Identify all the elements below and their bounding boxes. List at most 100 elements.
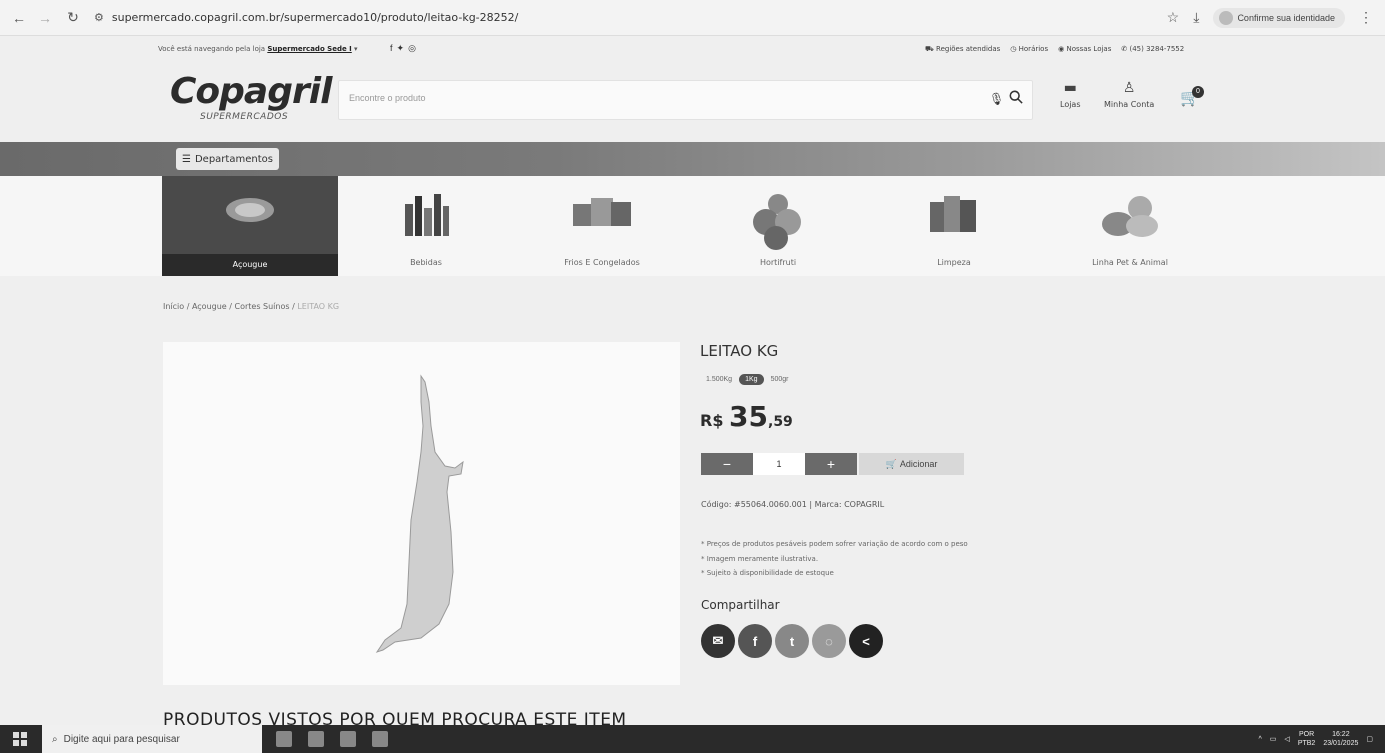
microphone-icon[interactable]: 🎙: [989, 92, 1004, 106]
windows-start-icon[interactable]: [6, 725, 34, 753]
pets-icon: [1102, 196, 1158, 237]
file-explorer-icon[interactable]: [308, 731, 324, 747]
identity-button[interactable]: Confirme sua identidade: [1213, 7, 1345, 28]
clock[interactable]: 16:22 23/01/2025: [1323, 730, 1358, 748]
app-icon[interactable]: [372, 731, 388, 747]
notifications-icon[interactable]: ▢: [1366, 735, 1373, 743]
category-label: Linha Pet & Animal: [1092, 258, 1168, 267]
add-to-cart-label: Adicionar: [899, 459, 938, 469]
product-title: LEITAO KG: [700, 342, 779, 360]
facebook-share-icon[interactable]: f: [738, 624, 772, 658]
taskview-icon[interactable]: [276, 731, 292, 747]
back-arrow-icon[interactable]: ←: [8, 7, 30, 29]
account-button[interactable]: ♙ Minha Conta: [1104, 80, 1154, 109]
stores-button-label: Lojas: [1060, 100, 1081, 109]
note-line: * Sujeito à disponibilidade de estoque: [701, 569, 834, 577]
hours-link[interactable]: ◷ Horários: [1010, 45, 1048, 54]
logo[interactable]: Copagril SUPERMERCADOS: [170, 71, 332, 123]
category-limpeza[interactable]: Limpeza: [866, 176, 1042, 276]
volume-icon[interactable]: ◁: [1284, 735, 1289, 743]
language-indicator[interactable]: POR PTB2: [1298, 730, 1316, 748]
stores-label: Nossas Lojas: [1066, 45, 1112, 53]
category-acougue[interactable]: Açougue: [162, 176, 338, 276]
taskbar-apps: [276, 731, 388, 747]
browser-toolbar: ← → ↻ ⚙ supermercado.copagril.com.br/sup…: [0, 0, 1385, 36]
search-icon[interactable]: [1009, 90, 1023, 104]
user-icon: ♙: [1122, 80, 1136, 96]
reload-icon[interactable]: ↻: [62, 7, 84, 29]
breadcrumb-path[interactable]: Início / Açougue / Cortes Suínos /: [163, 302, 297, 311]
weight-option[interactable]: 500gr: [768, 374, 792, 385]
category-frios[interactable]: Frios E Congelados: [514, 176, 690, 276]
search-input[interactable]: [349, 93, 949, 103]
system-tray: ^ ▭ ◁ POR PTB2 16:22 23/01/2025 ▢: [1259, 730, 1374, 748]
roast-pig-image: [375, 374, 464, 653]
share-icon[interactable]: <: [849, 624, 883, 658]
site-info-icon[interactable]: ⚙: [94, 11, 104, 24]
regions-link[interactable]: ⛟ Regiões atendidas: [925, 45, 1000, 54]
product-notes: * Preços de produtos pesáveis podem sofr…: [701, 537, 968, 581]
category-hortifruti[interactable]: Hortifruti: [690, 176, 866, 276]
search-box: 🎙: [338, 80, 1033, 120]
stores-button[interactable]: ▬ Lojas: [1060, 80, 1081, 109]
taskbar-search-placeholder: Digite aqui para pesquisar: [63, 733, 180, 745]
category-pet[interactable]: Linha Pet & Animal: [1042, 176, 1218, 276]
download-icon[interactable]: ⤓: [1193, 9, 1199, 26]
category-bebidas[interactable]: Bebidas: [338, 176, 514, 276]
frozen-food-icon: [573, 198, 631, 226]
note-line: * Preços de produtos pesáveis podem sofr…: [701, 540, 968, 548]
add-to-cart-button[interactable]: 🛒 Adicionar: [859, 453, 964, 475]
price-integer: 35: [729, 400, 768, 433]
clock-time: 16:22: [1332, 731, 1350, 738]
social-links: f✦◎: [390, 43, 420, 54]
windows-taskbar: ⌕ Digite aqui para pesquisar ^ ▭ ◁ POR P…: [0, 725, 1385, 753]
menu-kebab-icon[interactable]: ⋮: [1359, 9, 1373, 26]
hours-label: Horários: [1018, 45, 1049, 53]
email-share-icon[interactable]: ✉: [701, 624, 735, 658]
bookmark-star-icon[interactable]: ☆: [1167, 9, 1180, 26]
taskbar-search[interactable]: ⌕ Digite aqui para pesquisar: [42, 725, 262, 753]
tray-chevron-icon[interactable]: ^: [1259, 736, 1262, 743]
cart-count-badge: 0: [1192, 86, 1204, 98]
departments-button[interactable]: ☰ Departamentos: [176, 148, 279, 170]
twitter-icon[interactable]: ✦: [397, 43, 409, 53]
departments-bar: ☰ Departamentos: [0, 142, 1385, 176]
weight-option[interactable]: 1.500Kg: [703, 374, 735, 385]
site-header: Copagril SUPERMERCADOS 🎙 ▬ Lojas ♙ Minha…: [0, 62, 1385, 142]
clock-date: 23/01/2025: [1323, 740, 1359, 747]
category-label: Hortifruti: [759, 258, 797, 267]
network-icon[interactable]: ▭: [1270, 735, 1277, 743]
whatsapp-share-icon[interactable]: ◌: [812, 624, 846, 658]
share-title: Compartilhar: [701, 598, 780, 612]
lang-code: POR: [1298, 731, 1315, 738]
price-decimal: ,59: [768, 414, 793, 430]
phone-label: (45) 3284-7552: [1129, 45, 1185, 53]
stores-link[interactable]: ◉ Nossas Lojas: [1058, 45, 1111, 54]
logo-text: Copagril: [170, 71, 332, 112]
category-label: Limpeza: [937, 258, 971, 267]
quantity-input[interactable]: [753, 453, 805, 475]
list-icon: ☰: [182, 153, 191, 165]
category-label: Bebidas: [410, 258, 442, 267]
instagram-icon[interactable]: ◎: [408, 43, 420, 53]
top-info-strip: Você está navegando pela loja Supermerca…: [0, 36, 1385, 62]
forward-arrow-icon[interactable]: →: [34, 7, 56, 29]
cleaning-products-icon: [930, 196, 976, 232]
weight-option-selected[interactable]: 1Kg: [739, 374, 764, 385]
phone-link[interactable]: ✆ (45) 3284-7552: [1121, 45, 1184, 54]
meat-icon: [226, 198, 274, 222]
store-selector[interactable]: Supermercado Sede I: [267, 45, 351, 53]
twitter-share-icon[interactable]: t: [775, 624, 809, 658]
departments-label: Departamentos: [194, 153, 273, 165]
category-label: Frios E Congelados: [564, 258, 640, 267]
browser-icon[interactable]: [340, 731, 356, 747]
product-price: R$ 35,59: [700, 400, 793, 433]
profile-avatar: [1219, 10, 1234, 25]
category-label: Açougue: [162, 254, 338, 276]
decrease-quantity-button[interactable]: −: [701, 453, 753, 475]
address-bar[interactable]: supermercado.copagril.com.br/supermercad…: [112, 11, 518, 24]
product-code: Código: #55064.0060.001 | Marca: COPAGRI…: [701, 500, 885, 509]
search-icon: ⌕: [52, 733, 58, 745]
bottles-icon: [405, 194, 449, 236]
increase-quantity-button[interactable]: +: [805, 453, 857, 475]
